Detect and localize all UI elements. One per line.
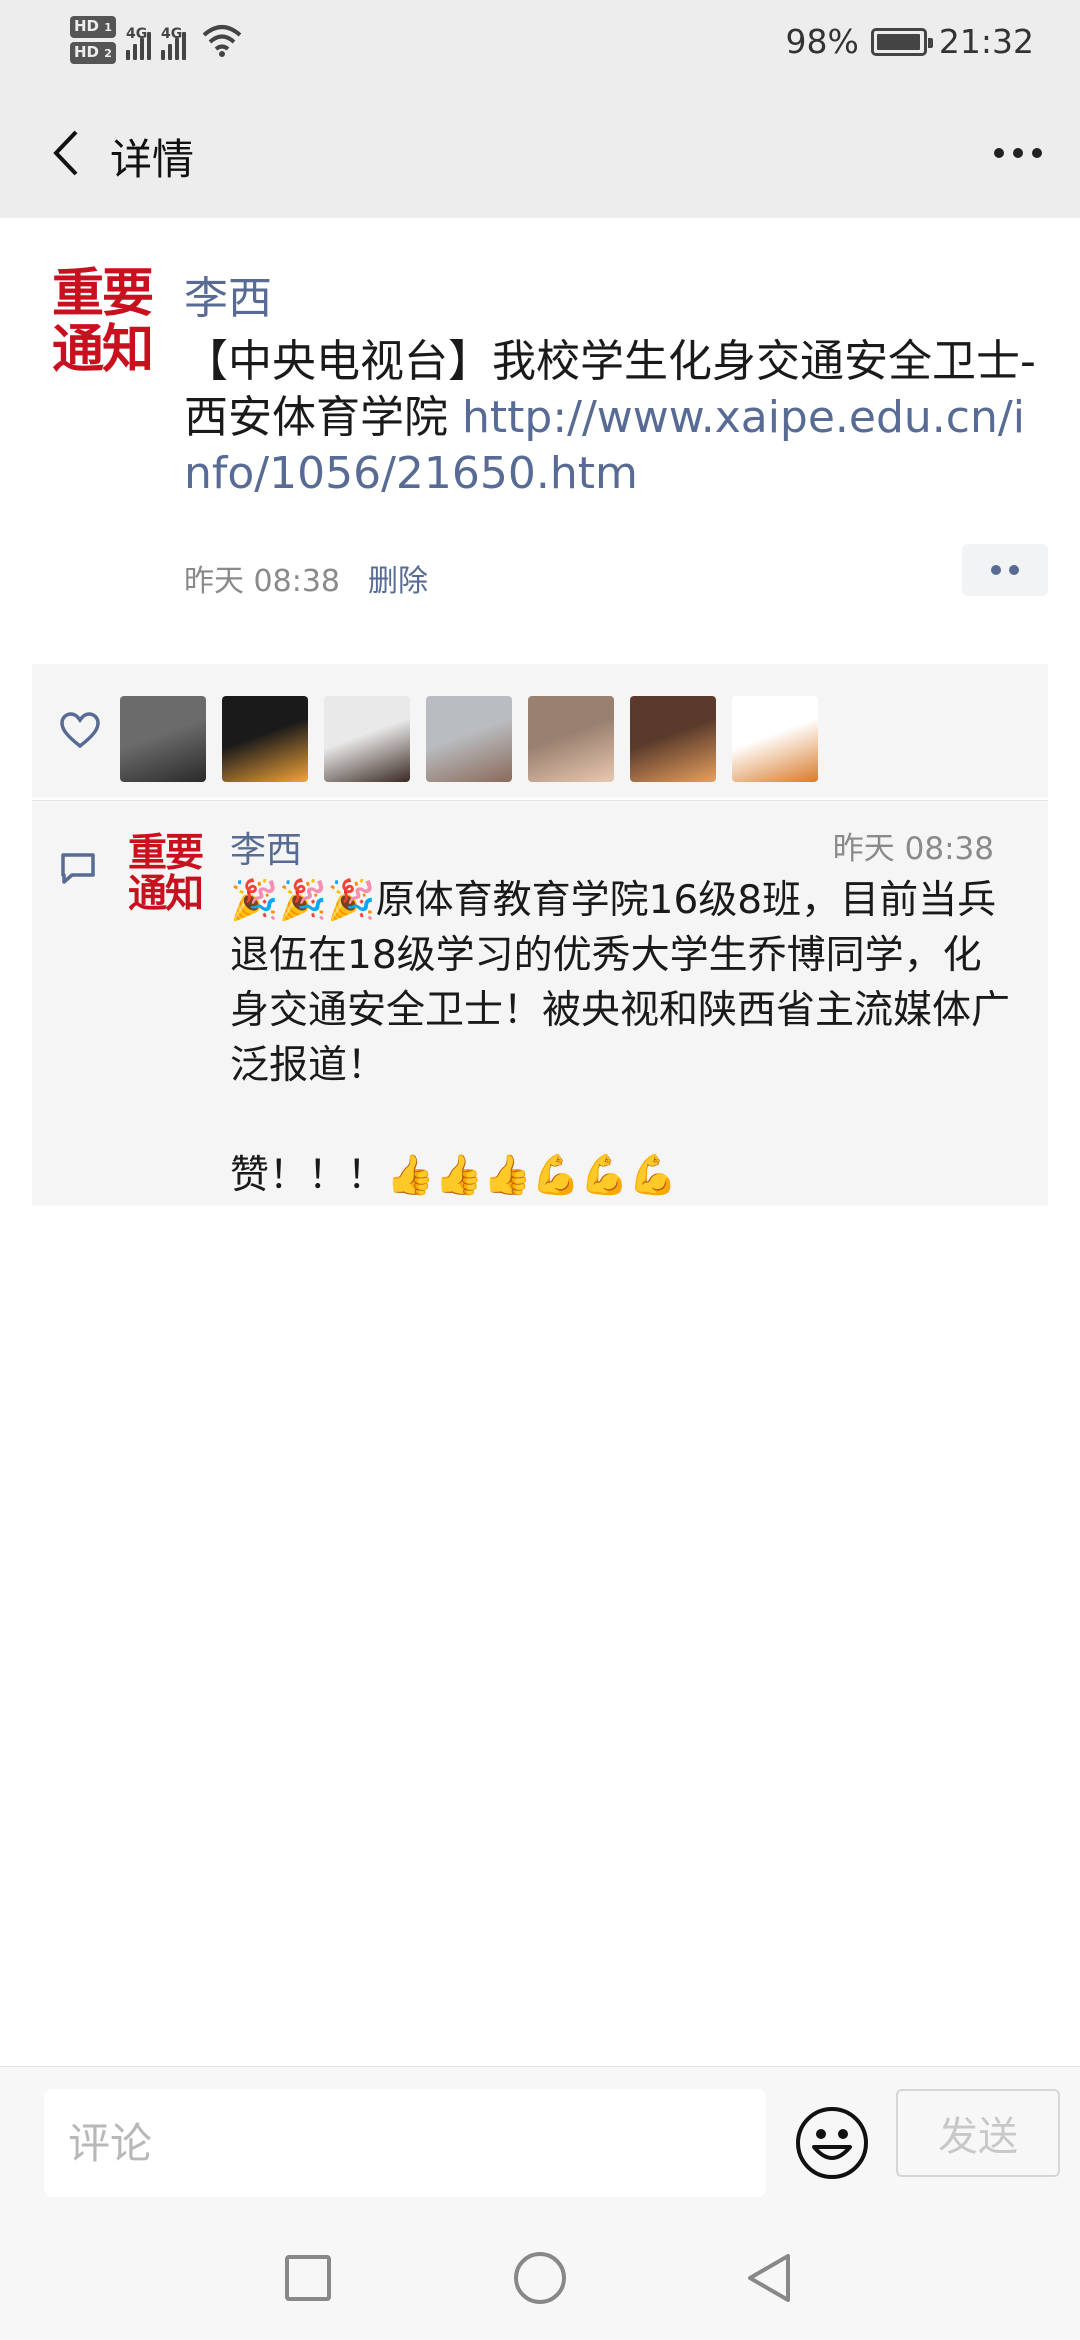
commenter-name[interactable]: 李西 (230, 821, 302, 873)
like-avatar-7[interactable] (732, 696, 818, 782)
wifi-icon (202, 25, 242, 57)
commenter-avatar[interactable]: 重要 通知 (120, 829, 210, 919)
comment-icon (61, 853, 95, 884)
send-button[interactable]: 发送 (896, 2089, 1060, 2177)
likes-section (32, 664, 1048, 798)
battery-percent: 98% (785, 22, 859, 61)
like-avatar-1[interactable] (120, 696, 206, 782)
like-avatar-6[interactable] (630, 696, 716, 782)
more-dot-icon (1013, 148, 1023, 158)
author-name[interactable]: 李西 (184, 262, 272, 326)
more-dot-icon (994, 148, 1004, 158)
avatar-text-line: 重要 (51, 264, 154, 324)
post-time: 昨天 08:38 (184, 564, 340, 599)
avatar-text-line: 通知 (51, 320, 154, 380)
battery-icon (870, 27, 933, 56)
comments-section: 重要 通知 李西 昨天 08:38 🎉🎉🎉原体育教育学院16级8班，目前当兵退伍… (32, 800, 1048, 1206)
like-avatar-3[interactable] (324, 696, 410, 782)
like-avatar-5[interactable] (528, 696, 614, 782)
recent-apps-icon[interactable] (278, 2248, 338, 2308)
author-avatar[interactable]: 重要 通知 (42, 262, 162, 382)
comment-input[interactable] (44, 2089, 766, 2197)
avatar-text-line: 通知 (127, 872, 204, 917)
delete-button[interactable]: 删除 (368, 556, 428, 600)
comment-text[interactable]: 🎉🎉🎉原体育教育学院16级8班，目前当兵退伍在18级学习的优秀大学生乔博同学，化… (230, 873, 1020, 1203)
like-avatar-2[interactable] (222, 696, 308, 782)
liker-avatar-list (120, 696, 818, 782)
avatar-text-line: 重要 (127, 831, 204, 876)
like-comment-menu-button[interactable] (962, 544, 1048, 596)
hd1-badge: HD 1 (70, 16, 116, 38)
more-dot-icon (1032, 148, 1042, 158)
more-options-button[interactable] (978, 118, 1058, 188)
post-content: 【中央电视台】我校学生化身交通安全卫士-西安体育学院 http://www.xa… (184, 334, 1044, 502)
like-avatar-4[interactable] (426, 696, 512, 782)
system-nav-bar (0, 2220, 1080, 2340)
status-bar: HD 1 HD 2 4G 4G 98% 21:32 (0, 0, 1080, 88)
status-left: HD 1 HD 2 4G 4G (70, 16, 242, 64)
clock: 21:32 (938, 22, 1034, 61)
emoji-icon[interactable] (794, 2105, 870, 2181)
signal-icon-1: 4G (126, 20, 151, 60)
comment-time: 昨天 08:38 (832, 831, 994, 867)
back-triangle-icon[interactable] (740, 2248, 800, 2308)
nav-bar: 详情 (0, 88, 1080, 218)
signal-icon-2: 4G (161, 20, 186, 60)
back-button[interactable] (30, 118, 100, 188)
comment-input-bar: 发送 (0, 2066, 1080, 2220)
post-meta: 昨天 08:38 删除 (184, 556, 428, 600)
dot-icon (991, 565, 1001, 575)
chevron-left-icon (53, 130, 78, 176)
heart-icon (60, 712, 100, 749)
hd2-badge: HD 2 (70, 42, 116, 64)
hd-indicator: HD 1 HD 2 (70, 16, 116, 64)
status-right: 98% 21:32 (786, 22, 1034, 61)
page-title: 详情 (110, 135, 195, 184)
home-icon[interactable] (510, 2248, 570, 2308)
dot-icon (1009, 565, 1019, 575)
